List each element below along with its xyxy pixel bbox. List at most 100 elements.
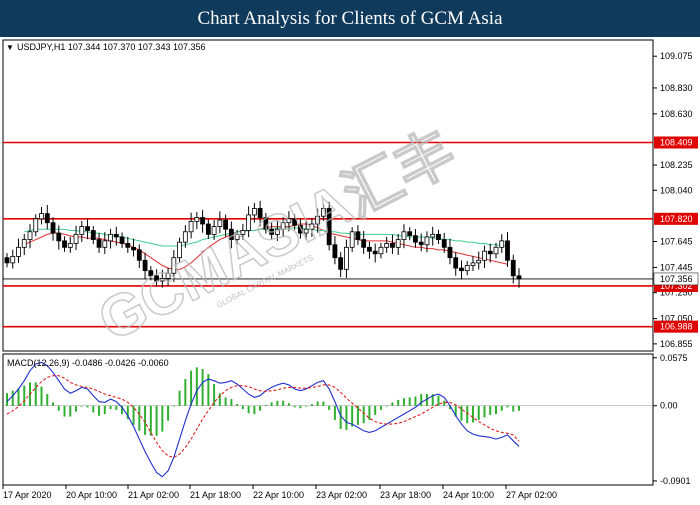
candle-bear <box>4 257 10 264</box>
candle-bull <box>182 231 188 243</box>
time-axis: 17 Apr 2020 20 Apr 10:00 21 Apr 02:00 21 Ap… <box>2 485 557 500</box>
candle-bull <box>73 233 79 244</box>
candle-bear <box>269 228 275 235</box>
macd-histogram-bar <box>144 405 147 435</box>
candle-bull <box>349 231 355 248</box>
macd-histogram-bar <box>328 405 331 410</box>
time-tick-label: 21 Apr 18:00 <box>190 490 241 500</box>
candle-bear <box>297 224 303 234</box>
candle-bear <box>453 257 459 269</box>
time-tick-label: 20 Apr 10:00 <box>66 490 117 500</box>
candle-bull <box>470 262 476 266</box>
candle-bull <box>16 246 21 257</box>
candle-bull <box>67 243 73 248</box>
candle-bull <box>378 246 384 255</box>
macd-histogram-bar <box>368 405 371 420</box>
candle-bull <box>21 239 27 248</box>
macd-histogram-bar <box>69 405 72 417</box>
candle-bull <box>309 223 315 230</box>
macd-histogram-bar <box>115 405 118 410</box>
macd-histogram-bar <box>155 405 158 436</box>
macd-histogram-bar <box>414 396 417 406</box>
macd-histogram-bar <box>379 405 382 410</box>
macd-histogram-bar <box>98 405 101 416</box>
candle-bear <box>441 239 447 248</box>
macd-histogram-bar <box>299 405 302 409</box>
time-tick-label: 24 Apr 10:00 <box>443 490 494 500</box>
macd-histogram-bar <box>195 367 198 406</box>
macd-histogram-bar <box>80 405 83 407</box>
candle-bull <box>251 208 257 216</box>
macd-histogram-bar <box>264 404 267 406</box>
candle-bull <box>280 222 286 230</box>
time-tick-label: 27 Apr 02:00 <box>506 490 557 500</box>
price-pane: ▼ USDJPY,H1 107.344 107.370 107.343 107.… <box>2 39 699 352</box>
candle-bull <box>108 233 113 242</box>
price-tick-label: 108.630 <box>660 109 693 119</box>
macd-histogram-bar <box>466 405 469 424</box>
candle-bull <box>33 218 39 233</box>
candle-bull <box>240 230 246 235</box>
macd-histogram-bar <box>391 402 394 406</box>
macd-tick-label: 0.00 <box>660 401 678 411</box>
macd-histogram-bar <box>184 379 187 406</box>
candle-bear <box>292 218 298 226</box>
macd-pane-frame <box>2 353 654 486</box>
candle-bull <box>274 228 280 235</box>
candle-bear <box>228 228 234 240</box>
candle-bull <box>315 215 321 225</box>
macd-histogram-bar <box>167 405 170 421</box>
macd-histogram-bar <box>293 405 296 408</box>
price-tick-label: 108.830 <box>660 83 693 93</box>
candle-bull <box>424 236 430 246</box>
candle-bull <box>246 214 252 231</box>
macd-histogram-bar <box>224 397 227 406</box>
time-tick-label: 23 Apr 18:00 <box>380 490 431 500</box>
candle-bear <box>44 213 50 224</box>
candle-bull <box>303 228 309 234</box>
candle-bear <box>50 222 56 234</box>
chart-svg: ▼ USDJPY,H1 107.344 107.370 107.343 107.… <box>2 39 699 500</box>
macd-histogram-bar <box>322 401 325 406</box>
macd-histogram-bar <box>374 405 377 415</box>
candle-bear <box>372 250 378 255</box>
price-tick-label: 108.040 <box>660 185 693 195</box>
macd-histogram-bar <box>310 404 313 406</box>
price-dropdown-icon[interactable]: ▼ <box>6 43 14 52</box>
candle-bear <box>413 235 418 243</box>
macd-histogram-bar <box>339 405 342 430</box>
candle-bear <box>125 243 131 248</box>
level-tag-label: 107.820 <box>660 214 693 224</box>
macd-histogram-bar <box>420 394 423 406</box>
candle-bull <box>395 239 401 248</box>
macd-histogram-bar <box>17 388 20 406</box>
candle-bear <box>56 232 62 242</box>
candle-bull <box>493 246 499 255</box>
candle-bull <box>234 233 240 240</box>
candle-bull <box>188 221 194 233</box>
candle-bear <box>355 231 361 240</box>
candle-bear <box>113 233 119 238</box>
macd-histogram-bar <box>63 405 66 417</box>
time-tick-label: 22 Apr 10:00 <box>253 490 304 500</box>
candle-bull <box>321 208 326 217</box>
price-tick-label: 108.235 <box>660 160 693 170</box>
candle-bear <box>148 270 154 277</box>
candle-bear <box>338 257 344 270</box>
candle-bear <box>390 243 395 248</box>
macd-histogram-bar <box>506 405 509 408</box>
macd-histogram-bar <box>443 400 446 406</box>
candle-bull <box>464 265 470 272</box>
macd-histogram-bar <box>247 405 250 414</box>
macd-histogram-bar <box>236 404 239 406</box>
candle-bear <box>361 239 367 248</box>
price-tick-label: 106.855 <box>660 339 693 349</box>
macd-histogram-bar <box>34 382 37 406</box>
macd-histogram-bar <box>385 405 388 407</box>
macd-histogram-bar <box>276 400 279 406</box>
candle-bear <box>436 233 441 240</box>
candle-bear <box>85 226 90 231</box>
macd-tick-label: -0.0901 <box>660 476 691 486</box>
macd-histogram-bar <box>6 393 8 406</box>
macd-histogram-bar <box>270 402 273 406</box>
